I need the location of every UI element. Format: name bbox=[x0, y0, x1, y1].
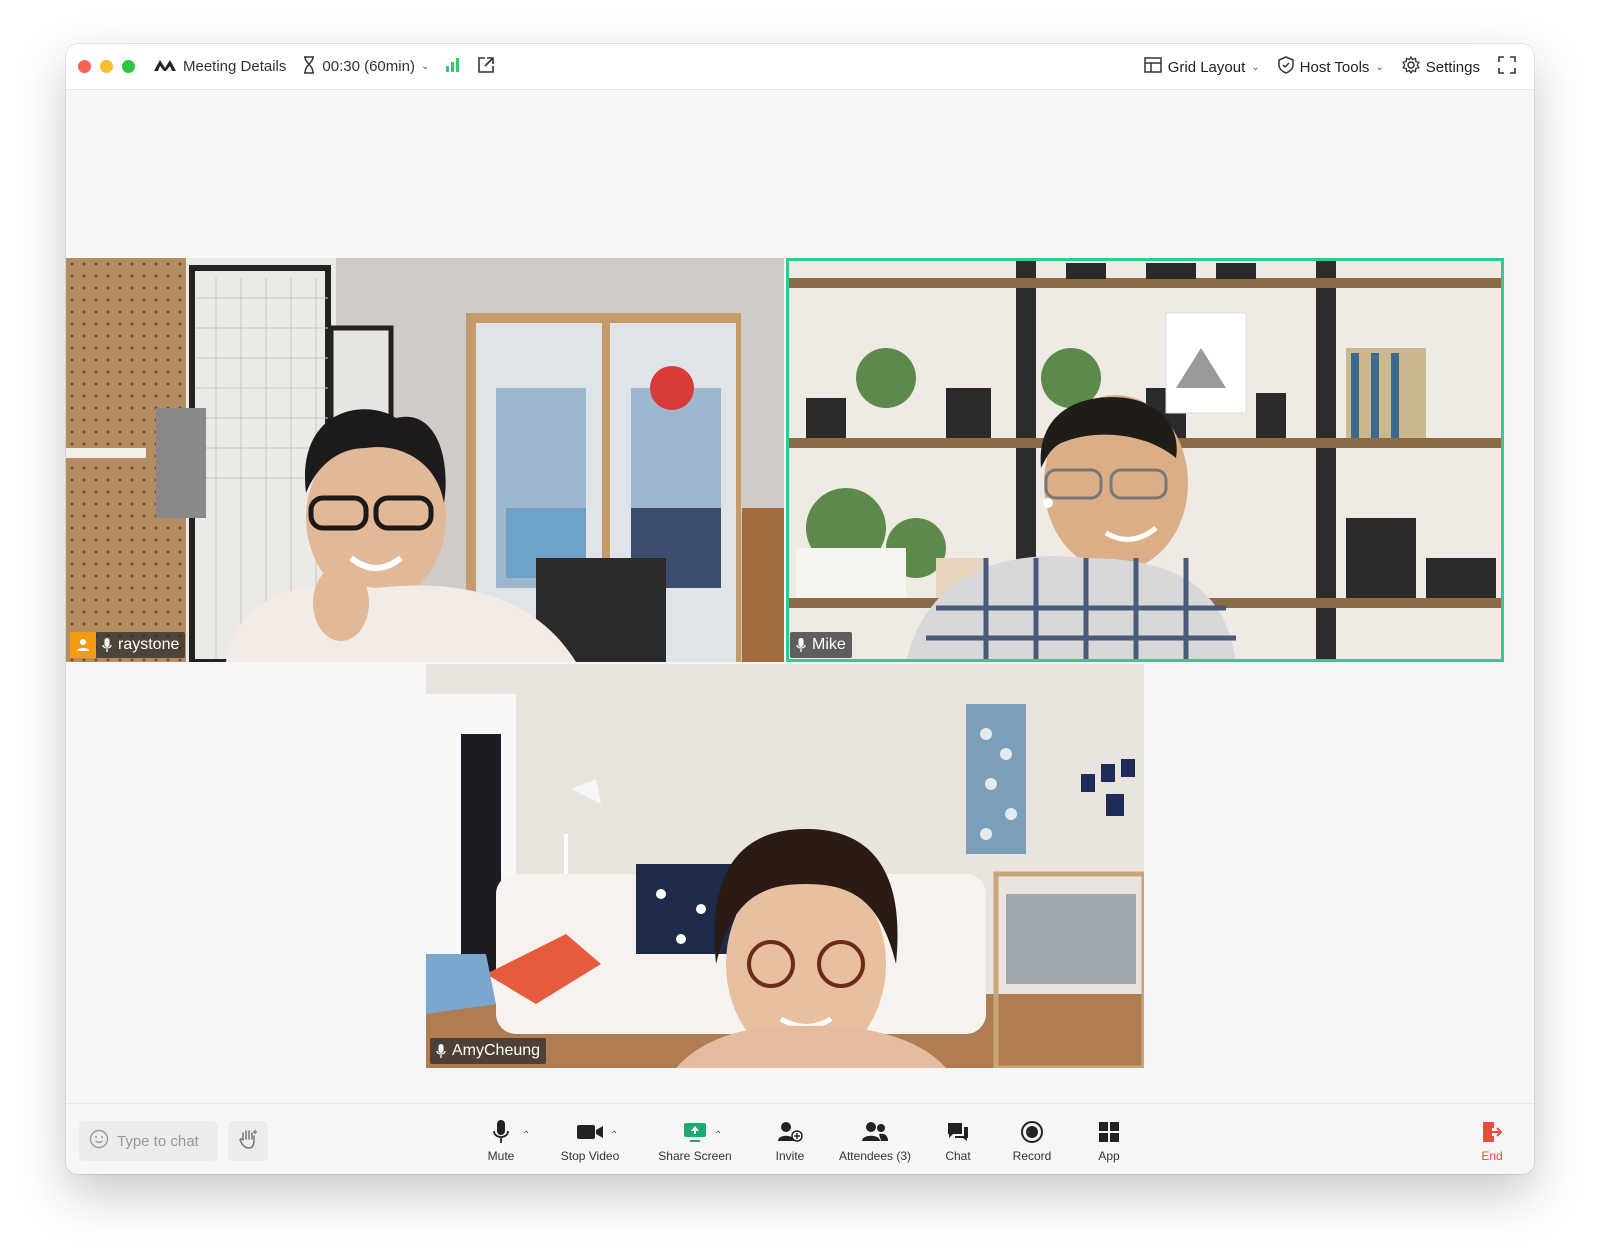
meeting-controls: Mute ⌃ Stop Video ⌃ Share Screen ⌃ Invit… bbox=[466, 1104, 1134, 1174]
meeting-toolbar: Type to chat Mute ⌃ Stop Video ⌃ Share S… bbox=[66, 1103, 1534, 1174]
timer-label: 00:30 (60min) bbox=[322, 58, 415, 75]
minimize-window-button[interactable] bbox=[100, 60, 113, 73]
emoji-icon[interactable] bbox=[89, 1129, 109, 1153]
microphone-icon bbox=[430, 1043, 452, 1059]
invite-label: Invite bbox=[775, 1149, 805, 1163]
video-grid: raystone Mike AmyCheung bbox=[66, 90, 1534, 1145]
gear-icon bbox=[1402, 55, 1420, 78]
network-signal-indicator[interactable] bbox=[445, 57, 461, 77]
mute-label: Mute bbox=[487, 1149, 515, 1163]
microphone-icon bbox=[96, 637, 118, 653]
chevron-down-icon: ⌄ bbox=[420, 61, 430, 72]
microphone-icon bbox=[492, 1119, 510, 1145]
settings-button[interactable]: Settings bbox=[1402, 55, 1480, 78]
maximize-window-button[interactable] bbox=[122, 60, 135, 73]
video-feed-raystone bbox=[66, 258, 784, 662]
people-icon bbox=[861, 1119, 889, 1145]
end-meeting-button[interactable]: End bbox=[1480, 1119, 1504, 1163]
microphone-icon bbox=[790, 637, 812, 653]
name-tag: raystone bbox=[70, 632, 186, 658]
name-tag: Mike bbox=[790, 632, 852, 658]
record-options-caret[interactable]: ⌃ bbox=[1024, 1130, 1032, 1141]
exit-icon bbox=[1480, 1119, 1504, 1145]
add-user-icon bbox=[777, 1119, 803, 1145]
app-logo-icon bbox=[153, 58, 177, 76]
stop-video-button[interactable]: Stop Video bbox=[546, 1104, 634, 1174]
record-label: Record bbox=[1012, 1149, 1052, 1163]
chevron-down-icon: ⌄ bbox=[1251, 61, 1260, 73]
participant-name: raystone bbox=[118, 636, 180, 653]
host-badge-icon bbox=[70, 632, 96, 658]
grid-icon bbox=[1143, 57, 1162, 77]
apps-grid-icon bbox=[1098, 1119, 1120, 1145]
chat-label: Chat bbox=[945, 1149, 971, 1163]
fullscreen-icon bbox=[1498, 56, 1516, 78]
meeting-window: Meeting Details 00:30 (60min) ⌄ Grid Lay… bbox=[66, 44, 1534, 1174]
raise-hand-button[interactable] bbox=[228, 1121, 268, 1161]
attendees-button[interactable]: Attendees (3) bbox=[832, 1104, 918, 1174]
title-bar: Meeting Details 00:30 (60min) ⌄ Grid Lay… bbox=[66, 44, 1534, 90]
meeting-timer[interactable]: 00:30 (60min) ⌄ bbox=[302, 55, 430, 78]
attendees-label: Attendees (3) bbox=[838, 1149, 912, 1163]
external-link-icon bbox=[477, 56, 495, 78]
app-button[interactable]: App bbox=[1084, 1104, 1134, 1174]
share-screen-label: Share Screen bbox=[658, 1149, 732, 1163]
pop-out-button[interactable] bbox=[477, 56, 495, 78]
stop-video-label: Stop Video bbox=[560, 1149, 620, 1163]
grid-layout-button[interactable]: Grid Layout ⌄ bbox=[1143, 57, 1260, 77]
hand-icon bbox=[237, 1128, 259, 1155]
chat-placeholder: Type to chat bbox=[117, 1132, 199, 1150]
close-window-button[interactable] bbox=[78, 60, 91, 73]
participant-name: AmyCheung bbox=[452, 1042, 541, 1059]
hourglass-icon bbox=[302, 55, 316, 78]
app-label: App bbox=[1098, 1149, 1120, 1163]
host-tools-label: Host Tools bbox=[1299, 58, 1370, 76]
meeting-details-label: Meeting Details bbox=[183, 58, 287, 75]
video-feed-mike bbox=[786, 258, 1504, 662]
share-screen-button[interactable]: Share Screen bbox=[650, 1104, 740, 1174]
window-controls bbox=[78, 60, 135, 73]
video-options-caret[interactable]: ⌃ bbox=[610, 1130, 618, 1141]
host-tools-button[interactable]: Host Tools ⌄ bbox=[1277, 56, 1384, 78]
shield-icon bbox=[1277, 56, 1294, 78]
mute-options-caret[interactable]: ⌃ bbox=[522, 1130, 530, 1141]
invite-button[interactable]: Invite bbox=[760, 1104, 820, 1174]
video-tile-amycheung[interactable]: AmyCheung bbox=[426, 664, 1144, 1068]
video-feed-amycheung bbox=[426, 664, 1144, 1068]
grid-layout-label: Grid Layout bbox=[1167, 58, 1246, 76]
chat-button[interactable]: Chat bbox=[928, 1104, 988, 1174]
signal-bars-icon bbox=[445, 57, 461, 77]
end-label: End bbox=[1481, 1149, 1503, 1163]
share-options-caret[interactable]: ⌃ bbox=[714, 1130, 722, 1141]
video-tile-raystone[interactable]: raystone bbox=[66, 258, 784, 662]
share-screen-icon bbox=[683, 1119, 707, 1145]
chat-input[interactable]: Type to chat bbox=[79, 1121, 218, 1161]
name-tag: AmyCheung bbox=[430, 1038, 547, 1064]
meeting-details-button[interactable]: Meeting Details bbox=[153, 58, 286, 76]
participant-name: Mike bbox=[812, 636, 846, 653]
chevron-down-icon: ⌄ bbox=[1375, 61, 1384, 73]
video-tile-mike[interactable]: Mike bbox=[786, 258, 1504, 662]
video-camera-icon bbox=[576, 1119, 604, 1145]
settings-label: Settings bbox=[1425, 58, 1480, 76]
fullscreen-button[interactable] bbox=[1498, 56, 1516, 78]
chat-bubble-icon bbox=[946, 1119, 970, 1145]
